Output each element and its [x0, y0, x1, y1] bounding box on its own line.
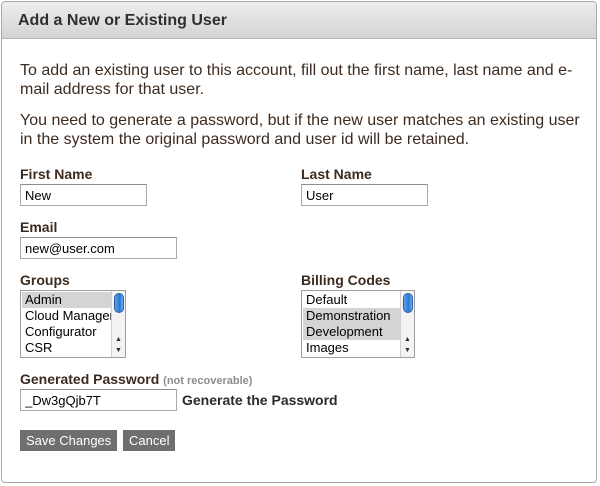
scroll-up-arrow-icon[interactable]: ▲: [401, 334, 414, 345]
billing-codes-scroll-thumb[interactable]: [403, 293, 413, 313]
first-name-label: First Name: [20, 166, 93, 182]
save-changes-button[interactable]: Save Changes: [20, 430, 118, 451]
intro-text-password: You need to generate a password, but if …: [20, 112, 580, 148]
groups-listbox[interactable]: Admin Cloud Manager Configurator CSR ▲ ▼: [20, 290, 126, 358]
billing-option-default[interactable]: Default: [303, 292, 400, 308]
scroll-up-arrow-icon[interactable]: ▲: [112, 334, 125, 345]
groups-option-configurator[interactable]: Configurator: [22, 324, 111, 340]
groups-scrollbar[interactable]: ▲ ▼: [111, 291, 125, 357]
billing-option-images[interactable]: Images: [303, 340, 400, 356]
generated-password-label-text: Generated Password: [20, 371, 160, 387]
generate-password-link[interactable]: Generate the Password: [182, 392, 338, 408]
intro-text-existing-user: To add an existing user to this account,…: [20, 62, 573, 98]
last-name-field[interactable]: [301, 184, 428, 206]
groups-label: Groups: [20, 272, 70, 288]
generated-password-label: Generated Password (not recoverable): [20, 371, 252, 387]
email-label: Email: [20, 219, 58, 235]
billing-option-demonstration[interactable]: Demonstration: [303, 308, 400, 324]
scroll-down-arrow-icon[interactable]: ▼: [401, 345, 414, 356]
generated-password-field[interactable]: [20, 389, 177, 411]
groups-option-cloud-manager[interactable]: Cloud Manager: [22, 308, 114, 324]
billing-codes-scrollbar[interactable]: ▲ ▼: [400, 291, 414, 357]
billing-codes-listbox[interactable]: Default Demonstration Development Images…: [301, 290, 415, 358]
groups-option-admin[interactable]: Admin: [22, 292, 111, 308]
add-user-dialog: Add a New or Existing User To add an exi…: [1, 1, 597, 483]
dialog-title: Add a New or Existing User: [2, 2, 596, 39]
groups-scroll-thumb[interactable]: [114, 293, 124, 313]
not-recoverable-note: (not recoverable): [163, 375, 253, 387]
billing-codes-label: Billing Codes: [301, 272, 391, 288]
first-name-field[interactable]: [20, 184, 147, 206]
email-field[interactable]: [20, 237, 177, 259]
scroll-down-arrow-icon[interactable]: ▼: [112, 345, 125, 356]
cancel-button[interactable]: Cancel: [123, 430, 176, 451]
billing-option-development[interactable]: Development: [303, 324, 400, 340]
groups-option-csr[interactable]: CSR: [22, 340, 111, 356]
last-name-label: Last Name: [301, 166, 372, 182]
